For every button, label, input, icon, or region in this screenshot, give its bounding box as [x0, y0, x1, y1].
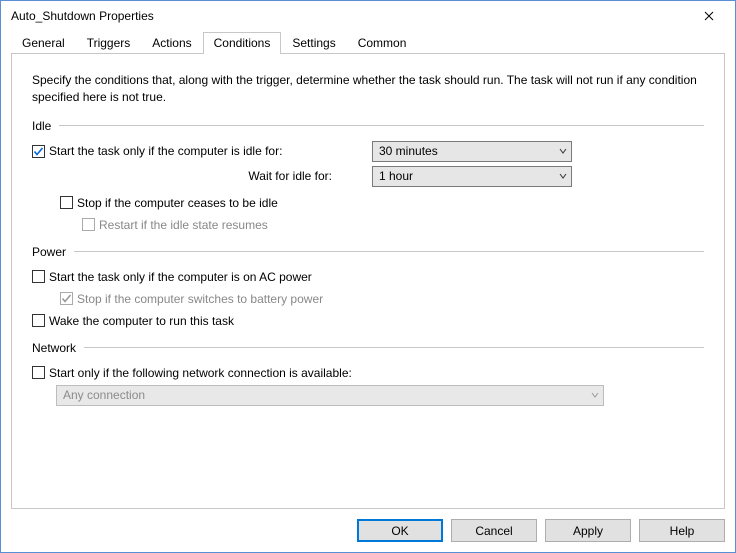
- section-power-header: Power: [32, 245, 704, 259]
- check-icon: [61, 293, 72, 304]
- combo-idle-wait-value: 1 hour: [379, 169, 413, 183]
- label-power-stop-battery: Stop if the computer switches to battery…: [77, 292, 323, 306]
- tab-common[interactable]: Common: [347, 32, 418, 54]
- idle-grid: Start the task only if the computer is i…: [32, 141, 704, 187]
- dialog-window: Auto_Shutdown Properties General Trigger…: [0, 0, 736, 553]
- tab-settings[interactable]: Settings: [281, 32, 346, 54]
- ok-button-label: OK: [391, 524, 408, 538]
- section-network-label: Network: [32, 341, 76, 355]
- help-button[interactable]: Help: [639, 519, 725, 542]
- tabstrip: General Triggers Actions Conditions Sett…: [1, 31, 735, 53]
- section-idle-header: Idle: [32, 119, 704, 133]
- combo-idle-duration[interactable]: 30 minutes: [372, 141, 572, 162]
- tab-actions[interactable]: Actions: [141, 32, 202, 54]
- checkbox-idle-start[interactable]: [32, 145, 45, 158]
- checkbox-network-start[interactable]: [32, 366, 45, 379]
- combo-network-value: Any connection: [63, 388, 145, 402]
- divider: [59, 125, 704, 126]
- combo-network-connection: Any connection: [56, 385, 604, 406]
- chevron-down-icon: [559, 147, 567, 155]
- combo-idle-wait[interactable]: 1 hour: [372, 166, 572, 187]
- checkbox-idle-stop[interactable]: [60, 196, 73, 209]
- checkbox-power-ac[interactable]: [32, 270, 45, 283]
- cancel-button[interactable]: Cancel: [451, 519, 537, 542]
- divider: [74, 251, 704, 252]
- ok-button[interactable]: OK: [357, 519, 443, 542]
- section-idle-label: Idle: [32, 119, 51, 133]
- section-network-header: Network: [32, 341, 704, 355]
- label-network-start: Start only if the following network conn…: [49, 366, 352, 380]
- check-icon: [33, 146, 44, 157]
- tab-triggers[interactable]: Triggers: [76, 32, 142, 54]
- label-idle-start: Start the task only if the computer is i…: [49, 144, 282, 158]
- apply-button-label: Apply: [573, 524, 603, 538]
- label-power-ac: Start the task only if the computer is o…: [49, 270, 312, 284]
- window-title: Auto_Shutdown Properties: [11, 9, 154, 23]
- close-icon: [704, 11, 714, 21]
- titlebar: Auto_Shutdown Properties: [1, 1, 735, 31]
- section-power-label: Power: [32, 245, 66, 259]
- tab-general[interactable]: General: [11, 32, 76, 54]
- combo-idle-duration-value: 30 minutes: [379, 144, 438, 158]
- cancel-button-label: Cancel: [475, 524, 512, 538]
- tab-page-conditions: Specify the conditions that, along with …: [11, 53, 725, 509]
- divider: [84, 347, 704, 348]
- checkbox-power-stop-battery: [60, 292, 73, 305]
- label-idle-wait: Wait for idle for:: [248, 169, 332, 183]
- label-idle-stop: Stop if the computer ceases to be idle: [77, 196, 278, 210]
- tab-conditions[interactable]: Conditions: [203, 32, 282, 54]
- label-idle-restart: Restart if the idle state resumes: [99, 218, 268, 232]
- checkbox-idle-restart: [82, 218, 95, 231]
- chevron-down-icon: [591, 391, 599, 399]
- help-button-label: Help: [670, 524, 695, 538]
- checkbox-power-wake[interactable]: [32, 314, 45, 327]
- close-button[interactable]: [689, 2, 729, 30]
- conditions-description: Specify the conditions that, along with …: [32, 72, 704, 107]
- chevron-down-icon: [559, 172, 567, 180]
- apply-button[interactable]: Apply: [545, 519, 631, 542]
- dialog-buttons: OK Cancel Apply Help: [1, 515, 735, 552]
- label-power-wake: Wake the computer to run this task: [49, 314, 234, 328]
